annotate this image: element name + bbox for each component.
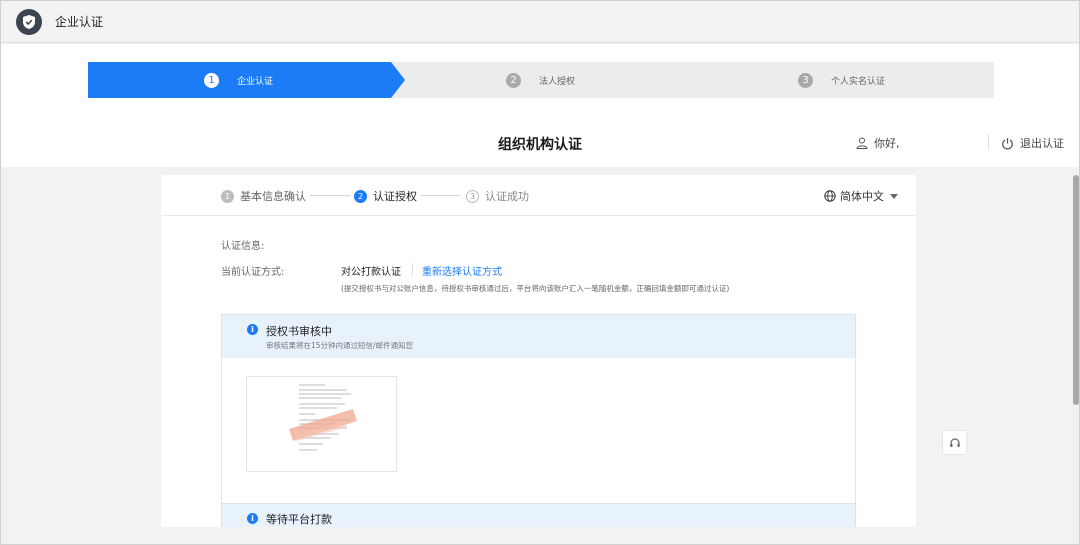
window-title: 企业认证	[55, 15, 104, 29]
greeting-text: 你好,	[874, 137, 900, 150]
progress-step-number: 2	[506, 72, 521, 88]
header-divider	[988, 134, 989, 150]
progress-step-label: 企业认证	[237, 76, 274, 87]
substep-label: 认证成功	[485, 190, 529, 203]
review-status-title: 授权书审核中	[266, 325, 332, 338]
chevron-down-icon	[890, 193, 898, 199]
user-icon	[856, 137, 868, 149]
top-section: 1 企业认证 2 法人授权 3 个人实名认证 组织机构认证 你好, 退出认证	[1, 44, 1079, 167]
info-icon: i	[247, 513, 258, 524]
review-status-subtitle: 审核结果将在15分钟内通过短信/邮件通知您	[266, 341, 414, 350]
globe-icon	[824, 190, 836, 202]
progress-step-label: 个人实名认证	[831, 76, 886, 87]
substep-label: 认证授权	[373, 190, 417, 203]
headset-icon	[949, 437, 960, 447]
shield-check-icon	[16, 8, 42, 35]
review-panel: i 授权书审核中 审核结果将在15分钟内通过短信/邮件通知您 i 等待平台打款	[221, 314, 856, 527]
substep-authorization: 2 认证授权	[354, 188, 417, 204]
auth-method-hint: (提交授权书与对公账户信息，待授权书审核通过后，平台将向该账户汇入一笔随机金额，…	[341, 284, 730, 293]
payment-status-title: 等待平台打款	[266, 513, 332, 526]
substep-number: 2	[354, 189, 367, 203]
scrollbar-thumb[interactable]	[1073, 175, 1079, 405]
app-window: 企业认证 1 企业认证 2 法人授权 3 个人实名认证 组织机构认证 你好, 退…	[0, 0, 1080, 545]
language-select[interactable]: 简体中文	[824, 188, 898, 204]
substep-number: 1	[221, 189, 234, 203]
payment-panel-header: i 等待平台打款	[222, 503, 855, 527]
progress-step-3: 3 个人实名认证	[798, 62, 885, 98]
auth-method-label: 当前认证方式:	[221, 267, 285, 278]
substep-number: 3	[466, 189, 479, 203]
substep-connector	[420, 195, 461, 196]
substep-label: 基本信息确认	[240, 190, 306, 203]
main-card: 1 基本信息确认 2 认证授权 3 认证成功 简体中文 认证信息: 当前认证方式…	[161, 175, 916, 527]
logout-button[interactable]: 退出认证	[1001, 135, 1064, 151]
language-label: 简体中文	[840, 190, 884, 203]
method-divider	[412, 263, 413, 275]
power-icon	[1002, 137, 1013, 149]
auth-info-label: 认证信息:	[221, 241, 265, 252]
progress-step-1: 1 企业认证	[204, 62, 273, 98]
auth-method-value: 对公打款认证	[341, 267, 401, 278]
logout-label: 退出认证	[1020, 137, 1064, 150]
user-greeting: 你好,	[856, 135, 900, 151]
progress-arrow	[391, 62, 405, 98]
substep-connector	[310, 195, 350, 196]
progress-step-2: 2 法人授权	[506, 62, 575, 98]
sub-steps: 1 基本信息确认 2 认证授权 3 认证成功 简体中文	[161, 175, 916, 216]
progress-step-label: 法人授权	[539, 76, 576, 87]
reselect-method-link[interactable]: 重新选择认证方式	[422, 263, 502, 278]
info-icon: i	[247, 324, 258, 335]
review-panel-header: i 授权书审核中 审核结果将在15分钟内通过短信/邮件通知您	[222, 315, 855, 358]
progress-step-number: 1	[204, 72, 219, 88]
progress-step-number: 3	[798, 72, 813, 88]
customer-support-button[interactable]	[942, 430, 967, 455]
substep-success: 3 认证成功	[466, 188, 529, 204]
main-progress-bar: 1 企业认证 2 法人授权 3 个人实名认证	[88, 62, 994, 98]
title-bar: 企业认证	[1, 1, 1079, 43]
page-title: 组织机构认证	[498, 137, 582, 153]
substep-basic-info: 1 基本信息确认	[221, 188, 306, 204]
authorization-document-thumbnail[interactable]	[246, 376, 397, 472]
page-scrollbar[interactable]	[1072, 167, 1079, 544]
